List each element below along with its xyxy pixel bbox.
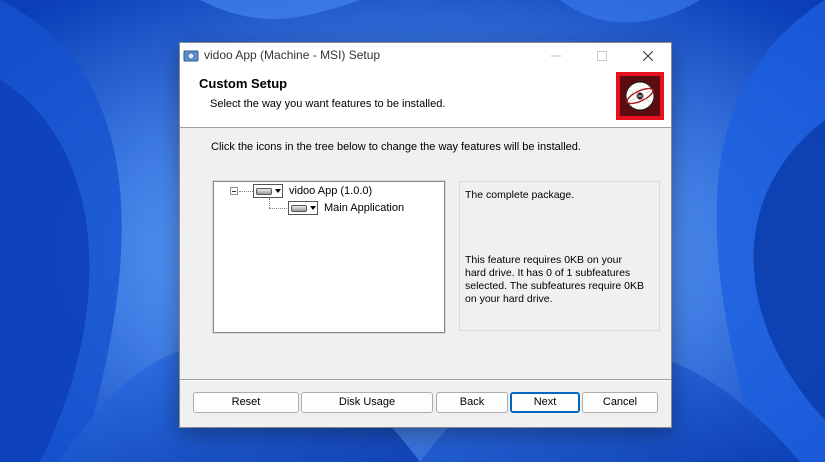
installer-logo — [616, 72, 664, 120]
chevron-down-icon — [275, 189, 281, 193]
page-subtitle: Select the way you want features to be i… — [210, 98, 446, 110]
feature-requirements: This feature requires 0KB on your hard d… — [465, 254, 644, 305]
collapse-toggle[interactable] — [230, 187, 238, 195]
page-title: Custom Setup — [199, 76, 288, 91]
close-button[interactable] — [625, 43, 671, 69]
setup-window: vidoo App (Machine - MSI) Setup Custom S… — [179, 42, 672, 428]
hard-drive-icon — [291, 205, 307, 212]
minimize-button[interactable] — [533, 43, 579, 69]
feature-description: The complete package. — [465, 189, 575, 201]
header-banner: Custom Setup Select the way you want fea… — [180, 69, 671, 128]
chevron-down-icon — [310, 206, 316, 210]
feature-state-dropdown-main[interactable] — [288, 201, 318, 215]
tree-item-main-application[interactable]: Main Application — [324, 202, 404, 214]
footer-divider — [180, 379, 671, 381]
back-button[interactable]: Back — [436, 392, 508, 413]
feature-state-dropdown-root[interactable] — [253, 184, 283, 198]
title-bar[interactable]: vidoo App (Machine - MSI) Setup — [180, 43, 671, 69]
feature-tree[interactable]: vidoo App (1.0.0) Main Application — [212, 180, 446, 334]
minimize-icon — [551, 55, 561, 57]
disk-usage-button[interactable]: Disk Usage — [301, 392, 433, 413]
next-button[interactable]: Next — [510, 392, 580, 413]
instruction-text: Click the icons in the tree below to cha… — [211, 141, 581, 153]
feature-description-panel: The complete package. This feature requi… — [459, 181, 660, 331]
hard-drive-icon — [256, 188, 272, 195]
window-title: vidoo App (Machine - MSI) Setup — [204, 48, 381, 62]
reset-button[interactable]: Reset — [193, 392, 299, 413]
disc-icon — [625, 81, 655, 111]
maximize-button[interactable] — [579, 43, 625, 69]
tree-item-root[interactable]: vidoo App (1.0.0) — [289, 185, 372, 197]
close-icon — [643, 51, 653, 61]
cancel-button[interactable]: Cancel — [582, 392, 658, 413]
maximize-icon — [597, 51, 607, 61]
installer-app-icon — [183, 50, 199, 62]
